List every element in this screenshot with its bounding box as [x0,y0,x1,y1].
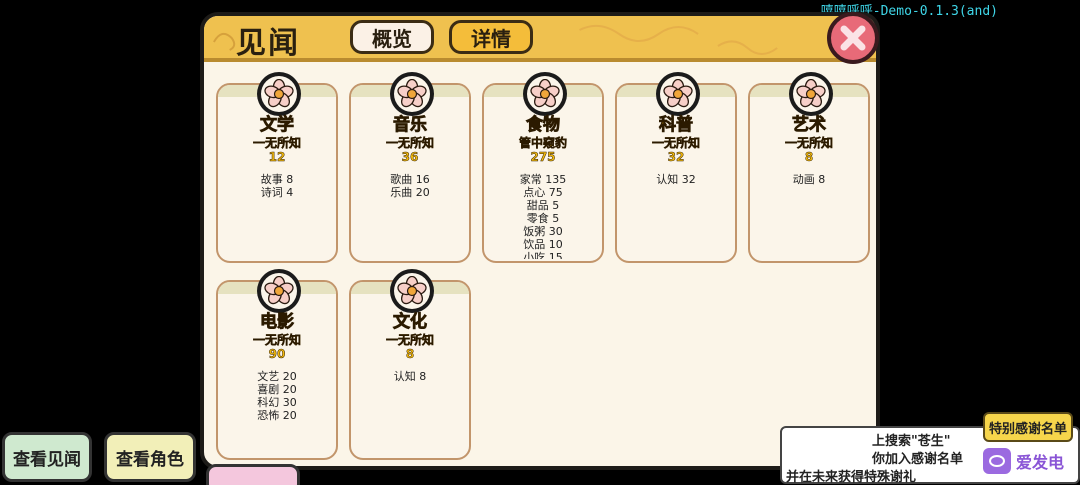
knowledge-card[interactable]: 文学 一无所知 12 故事 8 诗词 4 [216,72,338,263]
card-item-list: 认知 32 [617,173,735,259]
card-status: 一无所知 [252,333,302,348]
knowledge-card[interactable]: 科普 一无所知 32 认知 32 [615,72,737,263]
card-item: 科幻 30 [257,396,297,409]
flower-icon [793,76,829,112]
card-item: 诗词 4 [260,186,294,199]
sponsor-line-3: 并在未来获得特殊谢礼 [786,470,917,485]
card-item: 恐怖 20 [257,409,297,422]
tab-overview[interactable]: 概览 [350,20,434,54]
card-item-list: 动画 8 [750,173,868,259]
card-status: 一无所知 [385,136,435,151]
thanks-list-button[interactable]: 特别感谢名单 [983,412,1073,442]
card-total: 275 [530,150,556,165]
card-item: 饭粥 30 [523,225,563,238]
knowledge-panel: 见闻 概览 详情 文学 一无所知 12 故事 8 诗词 4 音乐 一无所知 36 歌曲 16 乐曲… [200,12,880,470]
card-item-list: 故事 8 诗词 4 [218,173,336,259]
flower-icon [660,76,696,112]
card-item-list: 家常 135 点心 75 甜品 5 零食 5 饭粥 30 饮品 10 小吃 15 [484,173,602,259]
afdian-logo-icon [983,448,1011,474]
tab-detail[interactable]: 详情 [449,20,533,54]
game-screen: 嘻嘻呼呼-Demo-0.1.3(and) 见闻 概览 详情 文学 一无所知 12 故事… [0,0,1080,485]
card-title: 电影 [260,312,295,333]
card-total: 32 [667,150,685,165]
knowledge-card[interactable]: 电影 一无所知 90 文艺 20 喜剧 20 科幻 30 恐怖 20 [216,269,338,460]
card-item: 饮品 10 [523,238,563,251]
card-status: 一无所知 [252,136,302,151]
card-status: 管中窥豹 [518,136,568,151]
card-badge [257,72,301,116]
card-status: 一无所知 [385,333,435,348]
card-item: 家常 135 [519,173,567,186]
knowledge-card[interactable]: 文化 一无所知 8 认知 8 [349,269,471,460]
afdian-link[interactable]: 爱发电 [983,448,1064,474]
close-button[interactable] [827,12,879,64]
card-item: 故事 8 [260,173,294,186]
card-status: 一无所知 [784,136,834,151]
card-item-list: 文艺 20 喜剧 20 科幻 30 恐怖 20 [218,370,336,456]
panel-title: 见闻 [236,26,300,61]
card-item: 小吃 15 [523,251,563,259]
flower-icon [394,76,430,112]
flower-icon [394,273,430,309]
card-badge [390,269,434,313]
card-badge [789,72,833,116]
third-bottom-button[interactable] [206,464,300,485]
card-item: 文艺 20 [257,370,297,383]
card-status: 一无所知 [651,136,701,151]
card-item: 甜品 5 [526,199,560,212]
flower-icon [261,76,297,112]
see-info-button[interactable]: 查看见闻 [2,432,92,482]
see-roles-button[interactable]: 查看角色 [104,432,196,482]
card-item-list: 认知 8 [351,370,469,456]
card-total: 8 [804,150,814,165]
card-total: 8 [405,347,415,362]
card-total: 36 [401,150,419,165]
card-item-list: 歌曲 16 乐曲 20 [351,173,469,259]
close-icon [840,25,866,51]
card-title: 文化 [393,312,428,333]
panel-header: 见闻 概览 详情 [204,16,876,62]
card-badge [523,72,567,116]
knowledge-card[interactable]: 音乐 一无所知 36 歌曲 16 乐曲 20 [349,72,471,263]
card-badge [656,72,700,116]
knowledge-card[interactable]: 艺术 一无所知 8 动画 8 [748,72,870,263]
card-title: 食物 [526,115,561,136]
flower-icon [261,273,297,309]
sponsor-line-2: 你加入感谢名单 [872,452,964,467]
header-decoration [213,24,778,55]
card-title: 科普 [659,115,694,136]
card-badge [257,269,301,313]
card-item: 喜剧 20 [257,383,297,396]
card-item: 零食 5 [526,212,560,225]
card-total: 12 [268,150,286,165]
afdian-label: 爱发电 [1016,453,1065,472]
card-item: 乐曲 20 [390,186,430,199]
card-item: 歌曲 16 [390,173,430,186]
card-item: 点心 75 [523,186,563,199]
card-title: 艺术 [792,115,827,136]
card-total: 90 [268,347,286,362]
flower-icon [527,76,563,112]
card-item: 动画 8 [792,173,826,186]
card-title: 音乐 [393,115,428,136]
card-title: 文学 [260,115,295,136]
card-badge [390,72,434,116]
card-item: 认知 32 [656,173,696,186]
card-item: 认知 8 [393,370,427,383]
sponsor-line-1: 上搜索"苍生" [872,434,951,449]
knowledge-card[interactable]: 食物 管中窥豹 275 家常 135 点心 75 甜品 5 零食 5 饭粥 30 饮品 10 小吃… [482,72,604,263]
